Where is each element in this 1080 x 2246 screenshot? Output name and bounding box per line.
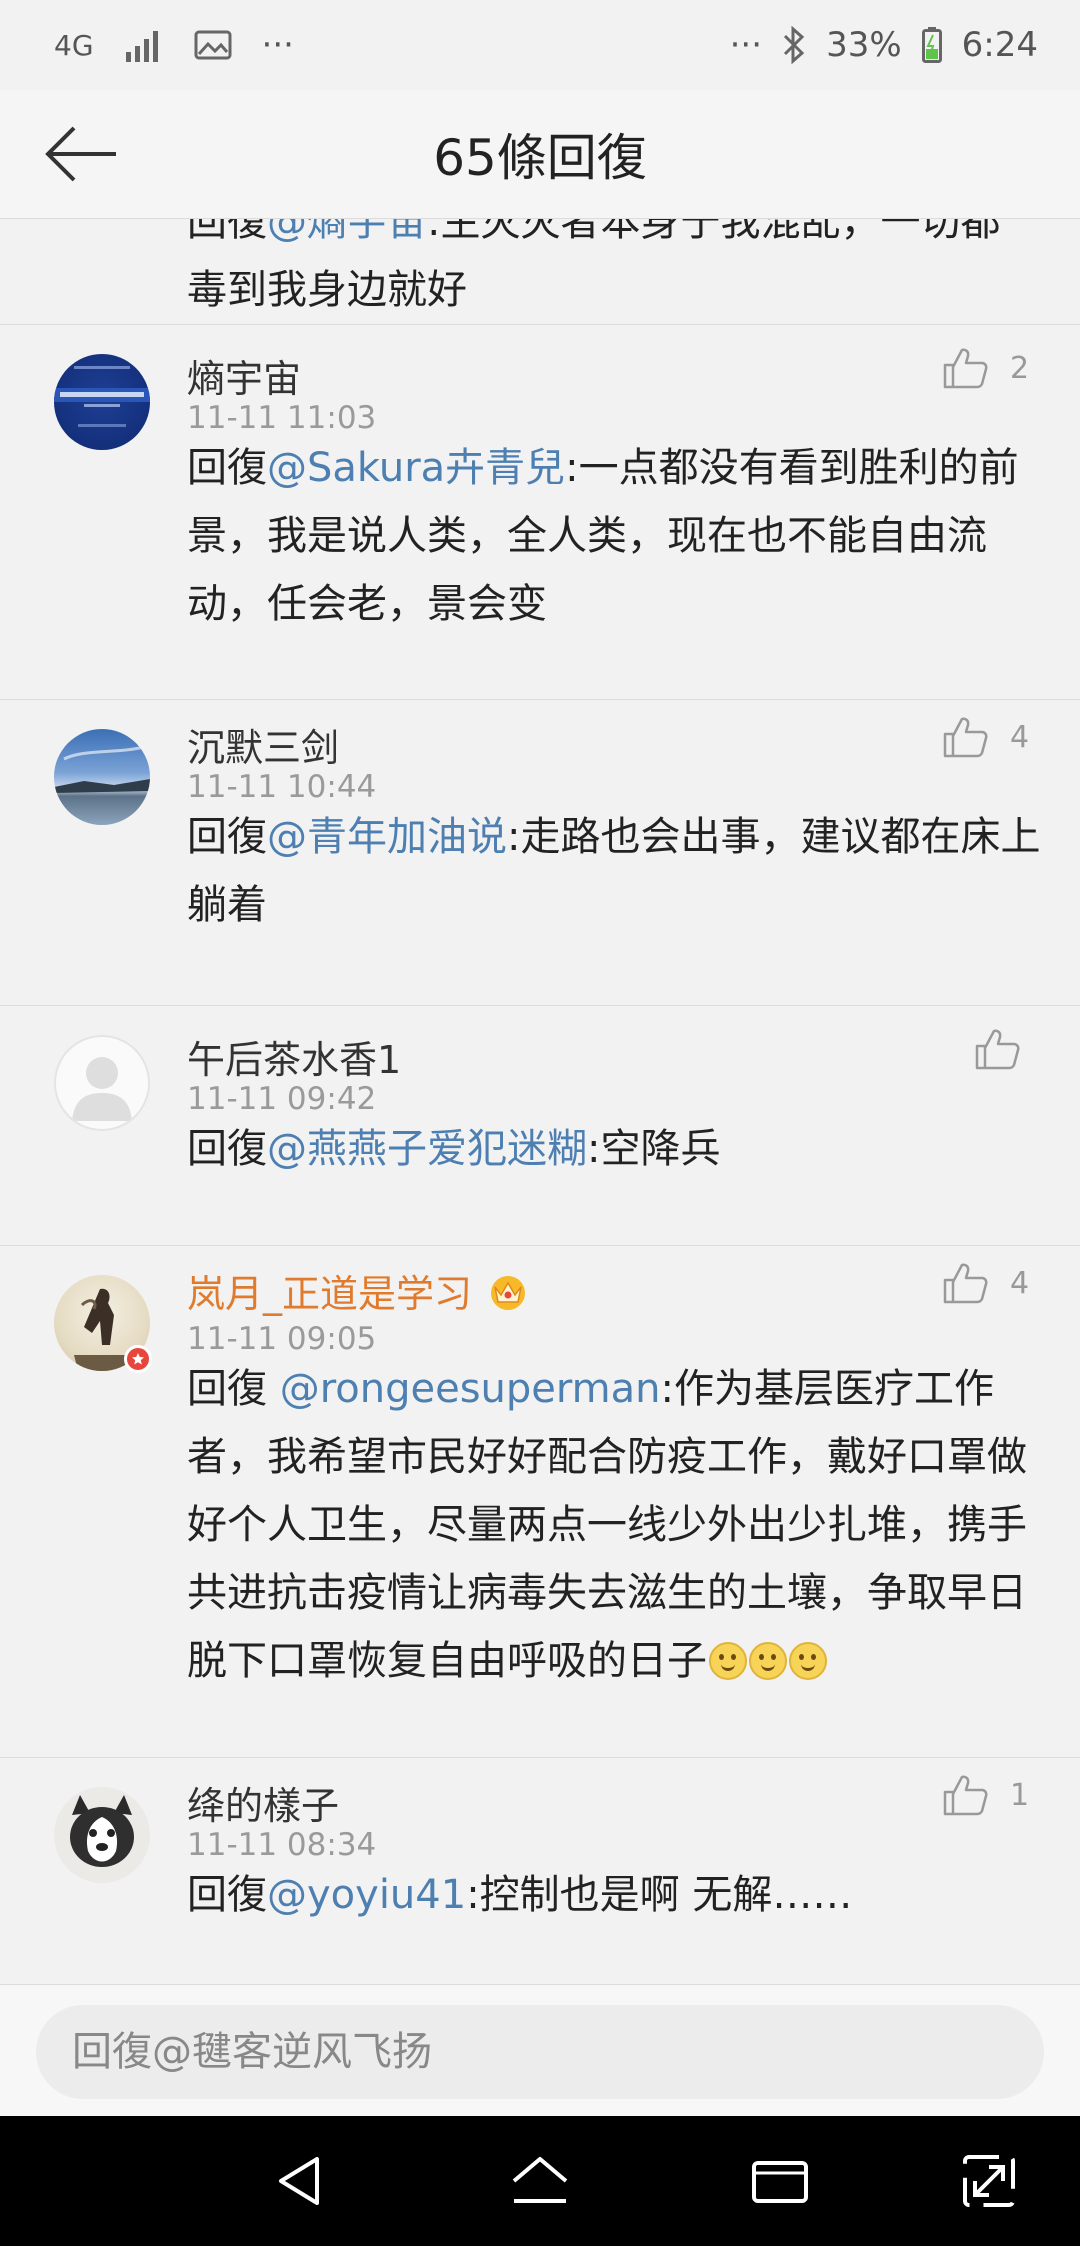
reply-text: 回復 @rongeesuperman:作为基层医疗工作者，我希望市民好好配合防疫… <box>187 1355 1047 1695</box>
like-count: 2 <box>1010 350 1030 386</box>
like-button[interactable]: 2 <box>942 346 1029 390</box>
battery-percent: 33% <box>826 25 902 65</box>
timestamp: 11-11 09:42 <box>187 1081 377 1117</box>
mention-link[interactable]: @熵宇宙 <box>267 218 427 245</box>
mention-link[interactable]: @yoyiu41 <box>267 1872 466 1918</box>
nav-recent-button[interactable] <box>745 2146 815 2216</box>
comment-item: 熵宇宙 11-11 11:03 2 回復@Sakura卉青兒:一点都没有看到胜利… <box>0 324 1080 700</box>
reply-prefix: 回復 <box>187 1366 280 1412</box>
reply-prefix: 回復 <box>187 218 267 245</box>
thumbs-up-icon <box>943 348 988 389</box>
smile-emoji-icon <box>709 1642 747 1680</box>
reply-prefix: 回復 <box>187 1126 267 1172</box>
nav-home-icon <box>512 2157 568 2203</box>
thumbs-up-icon <box>975 1029 1020 1070</box>
system-nav-bar <box>0 2116 1080 2246</box>
reply-text: 回復@yoyiu41:控制也是啊 无解…… <box>187 1861 1047 1929</box>
mention-link[interactable]: @青年加油说 <box>267 814 507 860</box>
avatar[interactable] <box>54 1035 150 1131</box>
comment-item: 绛的樣子 11-11 08:34 1 回復@yoyiu41:控制也是啊 无解…… <box>0 1757 1080 1984</box>
reply-input[interactable] <box>36 2005 1044 2099</box>
page-title: 65條回復 <box>433 129 647 187</box>
comment-list[interactable]: 回復@熵宇宙:生灭灭者本身于我混乱，一切都 毒到我身边就好 熵宇宙 11-11 … <box>0 218 1080 1984</box>
mention-link[interactable]: @rongeesuperman <box>280 1366 661 1412</box>
crown-icon <box>491 1275 526 1310</box>
verified-badge-icon <box>124 1345 152 1373</box>
partial-reply-line1: 回復@熵宇宙:生灭灭者本身于我混乱，一切都 <box>187 218 1000 256</box>
reply-body: :空降兵 <box>587 1126 721 1172</box>
avatar[interactable] <box>54 1275 152 1373</box>
reply-body: :生灭灭者本身于我混乱，一切都 <box>427 218 1001 245</box>
reply-text: 回復@青年加油说:走路也会出事，建议都在床上躺着 <box>187 803 1047 939</box>
username-label: 岚月_正道是学习 <box>187 1272 473 1316</box>
like-button[interactable]: 4 <box>942 1261 1029 1305</box>
username[interactable]: 绛的樣子 <box>187 1775 339 1830</box>
image-icon <box>194 30 232 60</box>
nav-expand-button[interactable] <box>954 2146 1024 2216</box>
clock: 6:24 <box>961 25 1038 65</box>
username[interactable]: 沉默三剑 <box>187 717 339 772</box>
bluetooth-icon <box>782 26 806 64</box>
thumbs-up-icon <box>943 1263 988 1304</box>
partial-reply-line2: 毒到我身边就好 <box>187 267 467 313</box>
reply-prefix: 回復 <box>187 1872 267 1918</box>
status-right: ··· 33% 6:24 <box>730 25 1038 65</box>
avatar[interactable] <box>54 354 150 450</box>
more-notifications-left: ··· <box>261 25 294 65</box>
status-bar: 4G ··· ··· 33% 6:24 <box>0 0 1080 90</box>
nav-back-button[interactable] <box>266 2146 336 2216</box>
network-type-icon: 4G <box>54 29 94 62</box>
back-button[interactable] <box>44 122 118 186</box>
nav-home-button[interactable] <box>505 2146 575 2216</box>
reply-prefix: 回復 <box>187 445 267 491</box>
reply-text: 回復@燕燕子爱犯迷糊:空降兵 <box>187 1115 1047 1183</box>
mention-link[interactable]: @燕燕子爱犯迷糊 <box>267 1126 587 1172</box>
nav-expand-icon <box>963 2155 1015 2207</box>
timestamp: 11-11 09:05 <box>187 1321 377 1357</box>
back-arrow-icon <box>45 126 116 182</box>
battery-icon <box>921 27 942 63</box>
reply-text: 回復@Sakura卉青兒:一点都没有看到胜利的前景，我是说人类，全人类，现在也不… <box>187 434 1047 638</box>
timestamp: 11-11 10:44 <box>187 769 377 805</box>
nav-back-icon <box>279 2157 319 2205</box>
more-notifications-right: ··· <box>729 25 763 65</box>
reply-prefix: 回復 <box>187 814 267 860</box>
header: 65條回復 <box>0 90 1080 219</box>
signal-icon <box>124 28 164 62</box>
like-count: 4 <box>1010 1265 1030 1301</box>
thumbs-up-icon <box>943 1775 988 1816</box>
smile-emoji-icon <box>789 1642 827 1680</box>
mention-link[interactable]: @Sakura卉青兒 <box>267 445 565 491</box>
reply-body: :控制也是啊 无解…… <box>466 1872 853 1918</box>
nav-recent-icon <box>752 2161 808 2203</box>
reply-input-bar <box>0 1984 1080 2117</box>
smile-emoji-icon <box>749 1642 787 1680</box>
like-button[interactable] <box>974 1027 1042 1071</box>
username[interactable]: 岚月_正道是学习 <box>187 1263 530 1318</box>
default-avatar-icon <box>72 1057 132 1121</box>
like-button[interactable]: 4 <box>942 715 1029 759</box>
username[interactable]: 熵宇宙 <box>187 348 301 403</box>
like-button[interactable]: 1 <box>942 1773 1029 1817</box>
network-type-label: 4G <box>54 28 94 62</box>
avatar[interactable] <box>54 729 150 825</box>
thumbs-up-icon <box>943 717 988 758</box>
timestamp: 11-11 08:34 <box>187 1827 377 1863</box>
comment-item: 岚月_正道是学习 11-11 09:05 4 回復 @rongeesuperma… <box>0 1245 1080 1758</box>
comment-item: 沉默三剑 11-11 10:44 4 回復@青年加油说:走路也会出事，建议都在床… <box>0 699 1080 1006</box>
status-left: 4G ··· <box>54 25 294 65</box>
avatar[interactable] <box>54 1787 150 1883</box>
like-count: 1 <box>1010 1777 1030 1813</box>
reply-body: :作为基层医疗工作者，我希望市民好好配合防疫工作，戴好口罩做好个人卫生，尽量两点… <box>187 1366 1027 1684</box>
like-count: 4 <box>1010 719 1030 755</box>
timestamp: 11-11 11:03 <box>187 400 377 436</box>
username[interactable]: 午后茶水香1 <box>187 1029 401 1084</box>
partial-comment: 回復@熵宇宙:生灭灭者本身于我混乱，一切都 毒到我身边就好 <box>0 218 1080 325</box>
comment-item: 午后茶水香1 11-11 09:42 回復@燕燕子爱犯迷糊:空降兵 <box>0 1005 1080 1246</box>
